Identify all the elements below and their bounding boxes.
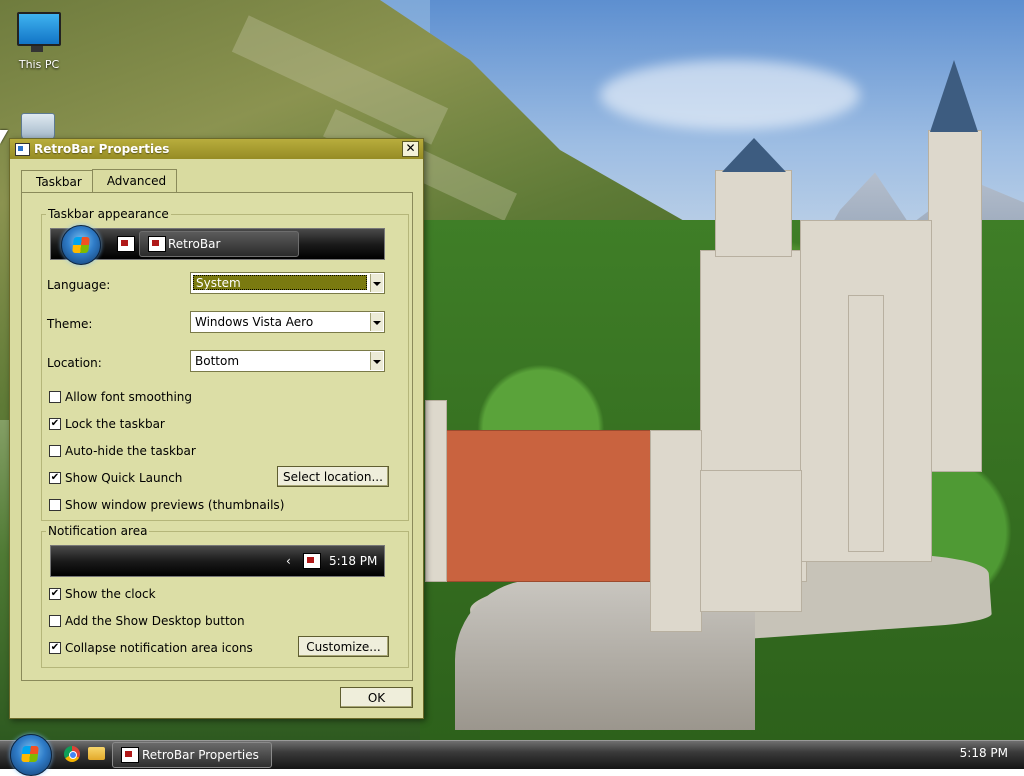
- checkbox-box[interactable]: [49, 615, 61, 627]
- theme-label: Theme:: [47, 317, 93, 331]
- taskbar-appearance-group: Taskbar appearance RetroBar Language: Sy…: [41, 207, 409, 521]
- checkbox-allow-font-smoothing[interactable]: Allow font smoothing: [49, 390, 192, 404]
- preview-task-button: RetroBar: [139, 231, 299, 257]
- castle-wing: [700, 470, 802, 612]
- group-label-taskbar-appearance: Taskbar appearance: [46, 207, 171, 221]
- wallpaper-cloud: [600, 60, 860, 130]
- taskbar-task-retrobar-properties[interactable]: RetroBar Properties: [112, 742, 272, 768]
- checkbox-show-quick-launch[interactable]: ✔ Show Quick Launch: [49, 471, 182, 485]
- checkbox-box[interactable]: ✔: [49, 472, 61, 484]
- desktop-icon-label: This PC: [18, 58, 60, 71]
- chevron-down-icon[interactable]: [370, 352, 383, 370]
- desktop-icon-recycle-bin[interactable]: [8, 113, 68, 141]
- taskbar-clock[interactable]: 5:18 PM: [960, 746, 1008, 760]
- castle-gatehouse: [440, 430, 652, 582]
- tray-chevron-icon: ‹: [286, 554, 291, 568]
- checkbox-box[interactable]: [49, 391, 61, 403]
- group-label-notification-area: Notification area: [46, 524, 150, 538]
- checkbox-show-clock[interactable]: ✔ Show the clock: [49, 587, 156, 601]
- language-label: Language:: [47, 278, 111, 292]
- notification-area-group: Notification area ‹ 5:18 PM ✔ Show the c…: [41, 524, 409, 668]
- ok-button[interactable]: OK: [340, 687, 413, 708]
- checkbox-label: Add the Show Desktop button: [65, 614, 245, 628]
- castle-tower-top: [715, 170, 792, 257]
- checkbox-box[interactable]: ✔: [49, 588, 61, 600]
- tray-preview: ‹ 5:18 PM: [50, 545, 385, 577]
- start-orb-icon: [61, 225, 101, 265]
- retrobar-icon: [121, 747, 139, 763]
- checkbox-label: Show Quick Launch: [65, 471, 183, 485]
- close-button[interactable]: ✕: [402, 141, 419, 157]
- location-label: Location:: [47, 356, 102, 370]
- retrobar-icon: [117, 236, 135, 252]
- taskbar-task-label: RetroBar Properties: [142, 748, 259, 762]
- mouse-cursor-icon: [0, 130, 8, 144]
- theme-value: Windows Vista Aero: [195, 315, 314, 329]
- location-select[interactable]: Bottom: [190, 350, 385, 372]
- castle-roof: [722, 138, 786, 172]
- window-app-icon: [15, 142, 30, 156]
- theme-select[interactable]: Windows Vista Aero: [190, 311, 385, 333]
- chrome-icon[interactable]: [64, 746, 80, 762]
- computer-icon: [17, 12, 61, 52]
- preview-task-label: RetroBar: [168, 237, 221, 251]
- recycle-bin-icon: [21, 113, 55, 141]
- window-titlebar[interactable]: RetroBar Properties ✕: [10, 139, 423, 159]
- checkbox-box[interactable]: ✔: [49, 642, 61, 654]
- castle-spire: [930, 60, 978, 132]
- chevron-down-icon[interactable]: [370, 274, 383, 292]
- customize-button[interactable]: Customize...: [298, 636, 389, 657]
- checkbox-show-desktop-button[interactable]: Add the Show Desktop button: [49, 614, 245, 628]
- checkbox-label: Auto-hide the taskbar: [65, 444, 196, 458]
- language-select[interactable]: System: [190, 272, 385, 294]
- location-value: Bottom: [195, 354, 240, 368]
- checkbox-label: Show the clock: [65, 587, 156, 601]
- tab-panel-taskbar: Taskbar appearance RetroBar Language: Sy…: [21, 192, 413, 681]
- desktop-icon-this-pc[interactable]: This PC: [9, 12, 69, 71]
- select-location-button[interactable]: Select location...: [277, 466, 389, 487]
- window-title: RetroBar Properties: [34, 142, 170, 156]
- checkbox-lock-taskbar[interactable]: ✔ Lock the taskbar: [49, 417, 165, 431]
- checkbox-box[interactable]: [49, 445, 61, 457]
- tray-preview-clock: 5:18 PM: [329, 554, 378, 568]
- taskbar-preview: RetroBar: [50, 225, 385, 265]
- retrobar-properties-window: RetroBar Properties ✕ Taskbar Advanced T…: [9, 138, 424, 719]
- language-value: System: [193, 275, 367, 290]
- castle-turret: [848, 295, 884, 552]
- castle-side-tower: [425, 400, 447, 582]
- checkbox-auto-hide[interactable]: Auto-hide the taskbar: [49, 444, 196, 458]
- checkbox-label: Show window previews (thumbnails): [65, 498, 285, 512]
- retrobar-tray-icon: [303, 553, 321, 569]
- chevron-down-icon[interactable]: [370, 313, 383, 331]
- checkbox-collapse-icons[interactable]: ✔ Collapse notification area icons: [49, 641, 253, 655]
- castle-round-tower: [650, 430, 702, 632]
- checkbox-label: Lock the taskbar: [65, 417, 165, 431]
- folder-icon[interactable]: [88, 747, 105, 760]
- checkbox-label: Allow font smoothing: [65, 390, 193, 404]
- checkbox-box[interactable]: ✔: [49, 418, 61, 430]
- checkbox-label: Collapse notification area icons: [65, 641, 253, 655]
- checkbox-box[interactable]: [49, 499, 61, 511]
- checkbox-window-previews[interactable]: Show window previews (thumbnails): [49, 498, 284, 512]
- retrobar-icon: [148, 236, 166, 252]
- start-button[interactable]: [10, 734, 52, 776]
- castle-tall-tower: [928, 130, 982, 472]
